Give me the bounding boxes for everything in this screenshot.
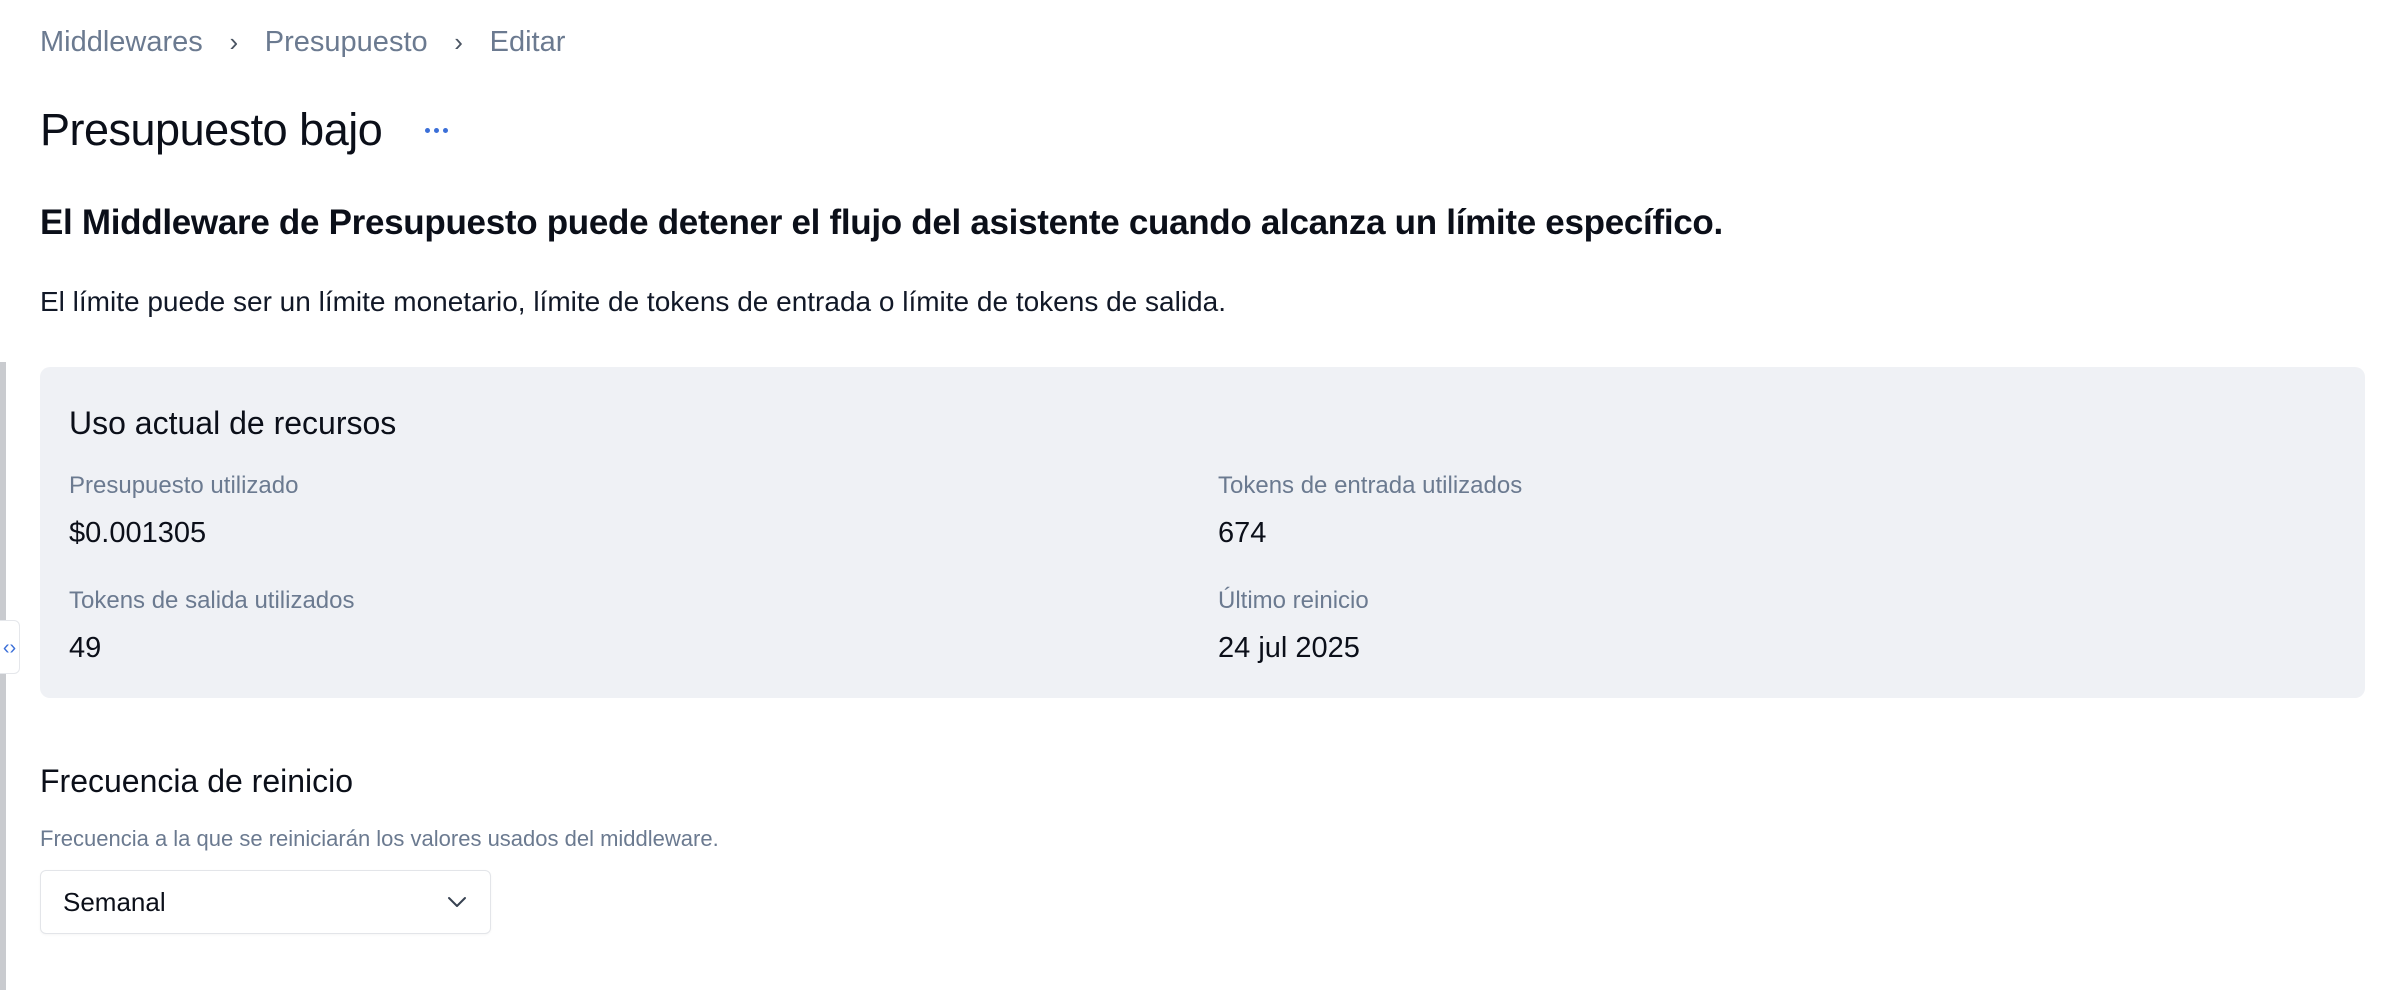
- middleware-headline: El Middleware de Presupuesto puede deten…: [40, 203, 1723, 242]
- metric-label-input-tokens: Tokens de entrada utilizados: [1218, 472, 1523, 499]
- usage-card: Uso actual de recursos Presupuesto utili…: [40, 367, 2365, 698]
- metric-value-budget-used: $0.001305: [69, 517, 207, 549]
- metric-label-last-reset: Último reinicio: [1218, 587, 1369, 614]
- metric-value-input-tokens: 674: [1218, 517, 1267, 549]
- reset-frequency-selected-value: Semanal: [63, 886, 166, 917]
- metric-label-output-tokens: Tokens de salida utilizados: [69, 587, 355, 614]
- breadcrumb-item-middlewares[interactable]: Middlewares: [40, 26, 203, 59]
- metric-label-budget-used: Presupuesto utilizado: [69, 472, 299, 499]
- middleware-description: El límite puede ser un límite monetario,…: [40, 286, 1226, 317]
- more-options-button[interactable]: [418, 112, 454, 148]
- reset-frequency-help: Frecuencia a la que se reiniciarán los v…: [40, 826, 719, 851]
- code-brackets-icon[interactable]: ‹›: [0, 620, 20, 674]
- reset-frequency-select[interactable]: Semanal: [40, 870, 491, 934]
- chevron-down-icon: [446, 891, 468, 913]
- metric-value-last-reset: 24 jul 2025: [1218, 632, 1360, 664]
- page-header: Presupuesto bajo: [40, 100, 454, 160]
- chevron-right-icon: ›: [229, 26, 239, 57]
- breadcrumb-item-presupuesto[interactable]: Presupuesto: [265, 26, 428, 59]
- more-horizontal-icon: [424, 127, 448, 133]
- page-title: Presupuesto bajo: [40, 104, 383, 155]
- metric-value-output-tokens: 49: [69, 632, 102, 664]
- breadcrumb: Middlewares › Presupuesto › Editar: [40, 22, 565, 62]
- reset-frequency-title: Frecuencia de reinicio: [40, 763, 354, 799]
- left-panel-divider: [0, 362, 6, 990]
- usage-card-title: Uso actual de recursos: [69, 405, 397, 441]
- breadcrumb-item-editar: Editar: [489, 25, 566, 58]
- chevron-right-icon: ›: [454, 26, 463, 57]
